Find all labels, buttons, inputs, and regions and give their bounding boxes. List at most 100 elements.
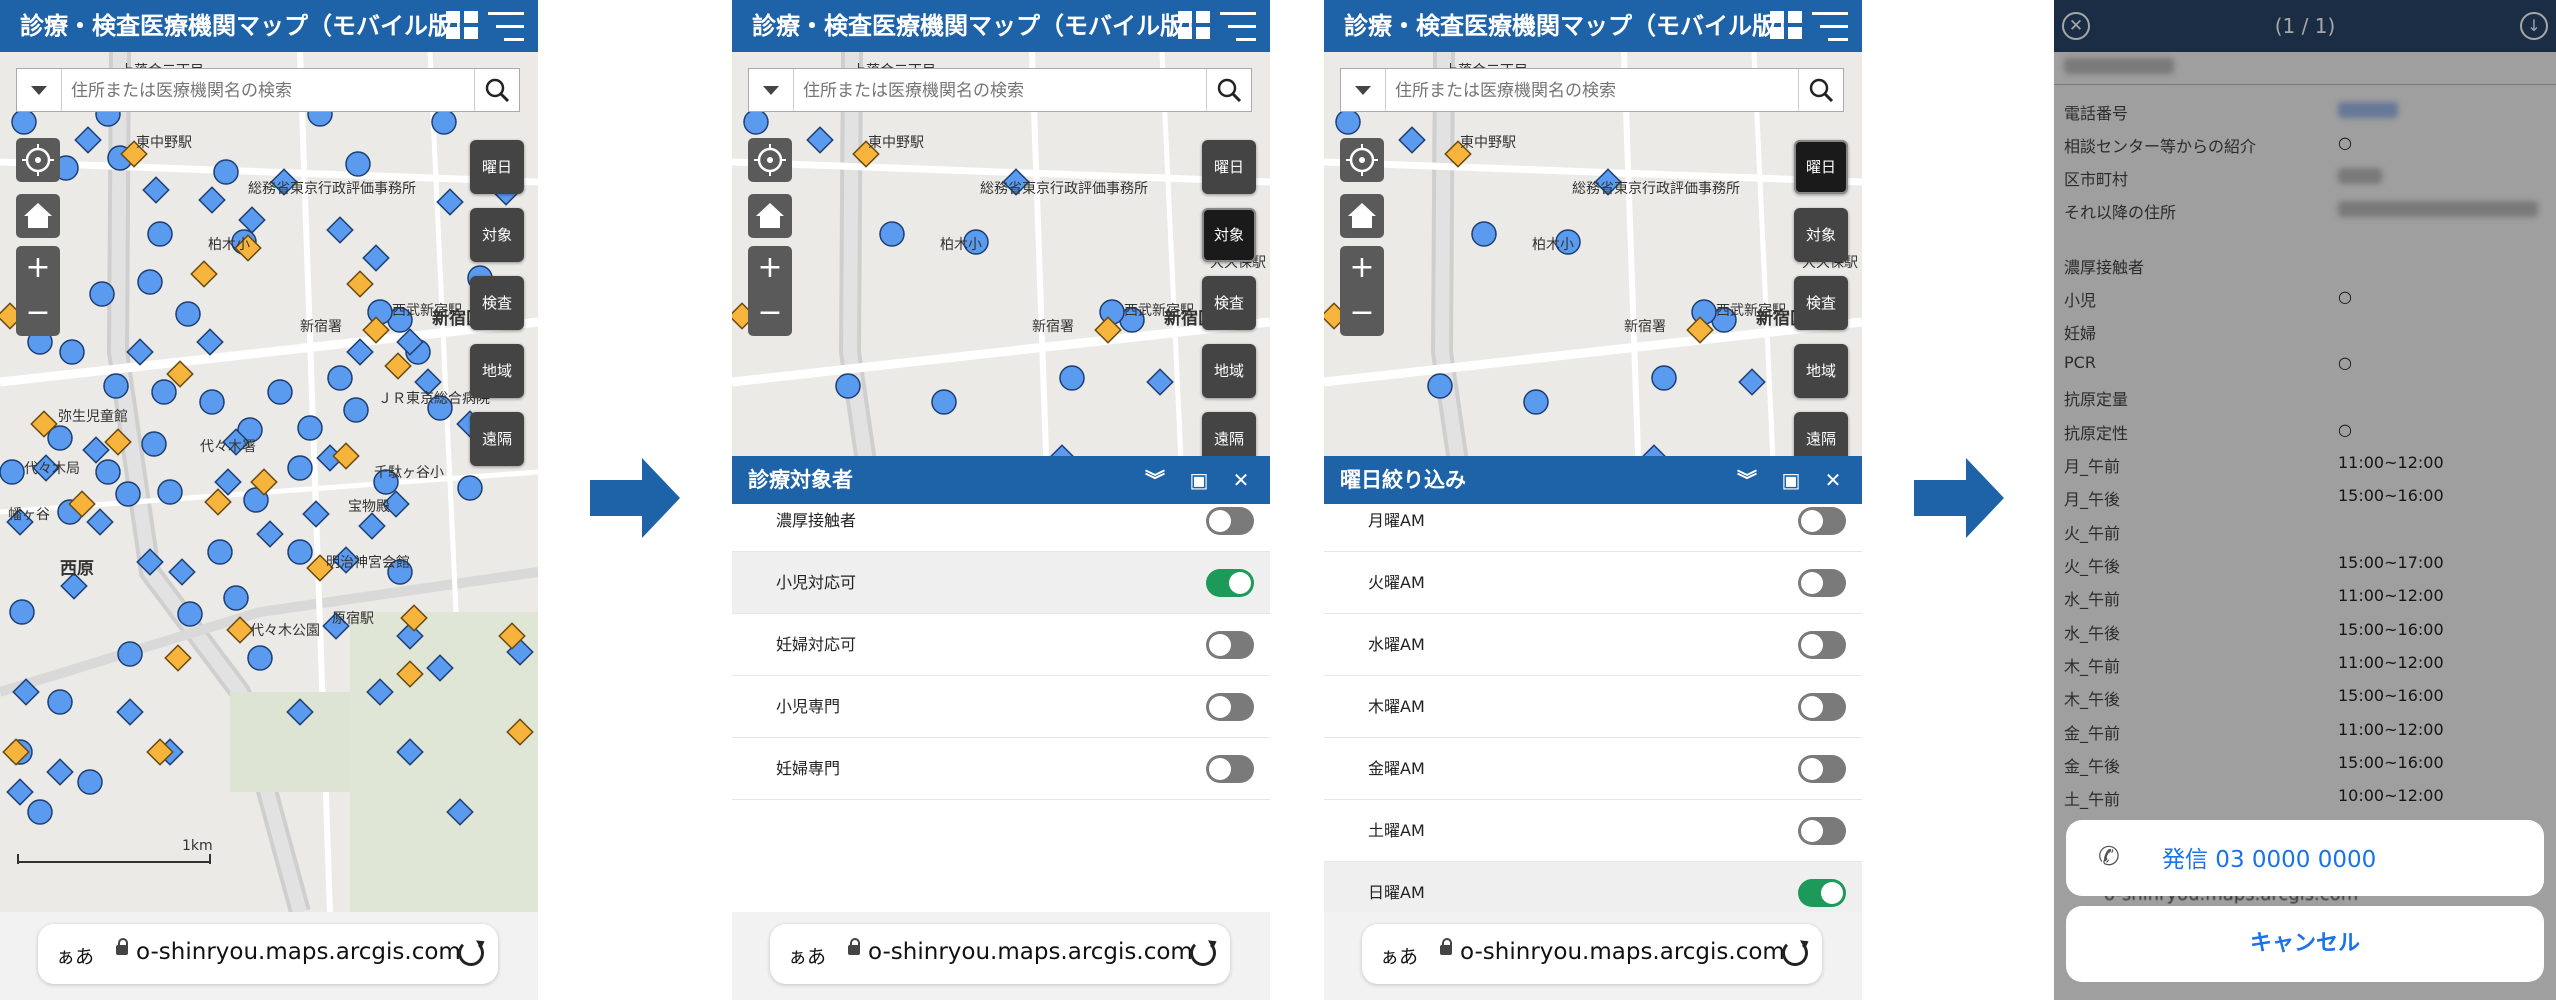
menu-icon[interactable] <box>488 10 524 44</box>
search-button[interactable] <box>1206 69 1251 111</box>
zoom-out-button[interactable]: − <box>748 291 792 336</box>
clinic-marker[interactable] <box>27 799 53 825</box>
address-bar[interactable]: ぁあ o-shinryou.maps.arcgis.com <box>1362 924 1822 984</box>
clinic-marker[interactable] <box>115 481 141 507</box>
filter-toggle[interactable] <box>1798 879 1846 907</box>
clinic-marker[interactable] <box>9 599 35 625</box>
zoom-in-button[interactable]: + <box>1340 246 1384 291</box>
clinic-marker[interactable] <box>141 431 167 457</box>
clinic-marker[interactable] <box>343 397 369 423</box>
filter-toggle[interactable] <box>1798 693 1846 721</box>
clinic-marker[interactable] <box>89 281 115 307</box>
clinic-diamond-marker[interactable] <box>238 206 266 234</box>
clinic-marker[interactable] <box>345 151 371 177</box>
filter-toggle[interactable] <box>1206 631 1254 659</box>
address-bar[interactable]: ぁあ o-shinryou.maps.arcgis.com <box>770 924 1230 984</box>
search-button[interactable] <box>474 69 519 111</box>
filter-toggle[interactable] <box>1206 569 1254 597</box>
filter-toggle[interactable] <box>1206 693 1254 721</box>
filter-button-2[interactable]: 検査 <box>470 276 524 330</box>
text-size-button[interactable]: ぁあ <box>788 942 826 969</box>
home-button[interactable] <box>1340 194 1384 238</box>
clinic-marker[interactable] <box>1651 365 1677 391</box>
search-button[interactable] <box>1798 69 1843 111</box>
grid-icon[interactable] <box>1178 11 1212 41</box>
clinic-diamond-marker[interactable] <box>142 176 170 204</box>
clinic-diamond-marker[interactable] <box>362 244 390 272</box>
search-input[interactable] <box>1393 69 1777 113</box>
home-button[interactable] <box>16 194 60 238</box>
filter-button-0[interactable]: 曜日 <box>1794 140 1848 194</box>
clinic-marker[interactable] <box>59 339 85 365</box>
clinic-marker[interactable] <box>1523 389 1549 415</box>
home-button[interactable] <box>748 194 792 238</box>
clinic-marker[interactable] <box>1427 373 1453 399</box>
clinic-marker[interactable] <box>151 379 177 405</box>
clinic-diamond-marker[interactable] <box>198 186 226 214</box>
clinic-diamond-marker[interactable] <box>74 126 102 154</box>
filter-button-1[interactable]: 対象 <box>1794 208 1848 262</box>
clinic-diamond-marker[interactable] <box>1398 126 1426 154</box>
clinic-marker[interactable] <box>1059 365 1085 391</box>
clinic-diamond-marker[interactable] <box>196 328 224 356</box>
map-view[interactable]: 上落合二丁目東中野駅総務省東京行政評価事務所柏木小西武新宿駅新宿署新宿区弥生児童… <box>0 52 538 912</box>
clinic-marker[interactable] <box>147 221 173 247</box>
filter-toggle[interactable] <box>1798 631 1846 659</box>
clinic-marker[interactable] <box>199 389 225 415</box>
clinic-marker[interactable] <box>327 365 353 391</box>
clinic-marker[interactable] <box>157 479 183 505</box>
clinic-diamond-marker[interactable] <box>358 512 386 540</box>
menu-icon[interactable] <box>1220 10 1256 44</box>
zoom-in-button[interactable]: + <box>16 246 60 291</box>
zoom-out-button[interactable]: − <box>16 291 60 336</box>
clinic-marker[interactable] <box>175 301 201 327</box>
clinic-marker[interactable] <box>77 769 103 795</box>
address-bar[interactable]: ぁあ o-shinryou.maps.arcgis.com <box>38 924 498 984</box>
clinic-orange-marker[interactable] <box>346 270 374 298</box>
clinic-diamond-marker[interactable] <box>326 216 354 244</box>
clinic-diamond-marker[interactable] <box>302 500 330 528</box>
filter-button-1[interactable]: 対象 <box>470 208 524 262</box>
clinic-marker[interactable] <box>1471 221 1497 247</box>
clinic-orange-marker[interactable] <box>164 644 192 672</box>
clinic-marker[interactable] <box>11 109 37 135</box>
filter-toggle[interactable] <box>1206 755 1254 783</box>
filter-button-0[interactable]: 曜日 <box>1202 140 1256 194</box>
filter-button-4[interactable]: 遠隔 <box>470 412 524 466</box>
clinic-marker[interactable] <box>931 389 957 415</box>
clinic-marker[interactable] <box>879 221 905 247</box>
text-size-button[interactable]: ぁあ <box>1380 942 1418 969</box>
clinic-marker[interactable] <box>835 373 861 399</box>
filter-button-0[interactable]: 曜日 <box>470 140 524 194</box>
reload-icon[interactable] <box>1782 940 1808 966</box>
filter-toggle[interactable] <box>1798 569 1846 597</box>
filter-button-2[interactable]: 検査 <box>1794 276 1848 330</box>
clinic-marker[interactable] <box>0 459 25 485</box>
clinic-marker[interactable] <box>297 415 323 441</box>
filter-button-1[interactable]: 対象 <box>1202 208 1256 262</box>
clinic-orange-marker[interactable] <box>332 442 360 470</box>
clinic-diamond-marker[interactable] <box>116 698 144 726</box>
clinic-marker[interactable] <box>1335 109 1361 135</box>
clinic-marker[interactable] <box>431 109 457 135</box>
reload-icon[interactable] <box>1190 940 1216 966</box>
clinic-diamond-marker[interactable] <box>1738 368 1766 396</box>
clinic-marker[interactable] <box>177 601 203 627</box>
chevron-down-icon[interactable] <box>1341 69 1386 111</box>
clinic-marker[interactable] <box>47 689 73 715</box>
clinic-orange-marker[interactable] <box>190 260 218 288</box>
clinic-marker[interactable] <box>95 459 121 485</box>
clinic-diamond-marker[interactable] <box>6 778 34 806</box>
zoom-in-button[interactable]: + <box>748 246 792 291</box>
filter-button-3[interactable]: 地域 <box>1202 344 1256 398</box>
clinic-diamond-marker[interactable] <box>1146 368 1174 396</box>
clinic-diamond-marker[interactable] <box>168 558 196 586</box>
clinic-marker[interactable] <box>117 641 143 667</box>
filter-button-3[interactable]: 地域 <box>1794 344 1848 398</box>
filter-toggle[interactable] <box>1798 507 1846 535</box>
clinic-marker[interactable] <box>247 645 273 671</box>
clinic-marker[interactable] <box>287 455 313 481</box>
filter-button-2[interactable]: 検査 <box>1202 276 1256 330</box>
locate-button[interactable] <box>16 138 60 182</box>
grid-icon[interactable] <box>1770 11 1804 41</box>
